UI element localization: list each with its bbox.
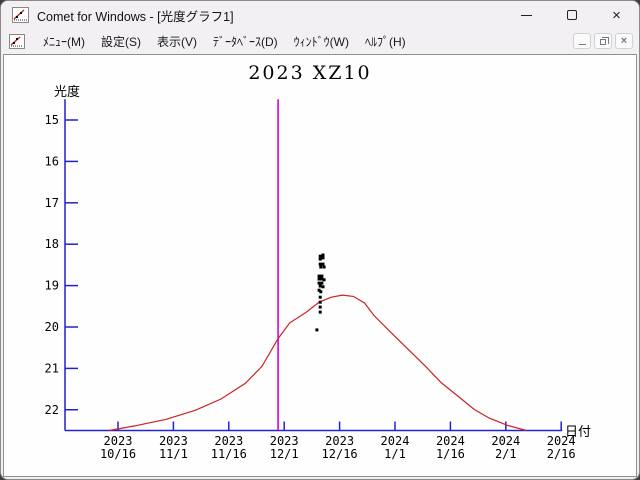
observation-point [318,305,322,309]
mdi-restore-button[interactable] [594,33,612,49]
x-tick-label-date: 1/16 [436,447,465,461]
x-tick-label-year: 2023 [104,434,133,448]
predicted-light-curve [108,294,527,432]
window-title: Comet for Windows - [光度グラフ1] [37,9,234,24]
observation-point [321,262,325,266]
x-tick-label-date: 10/16 [100,447,136,461]
mdi-minimize-button[interactable] [573,33,591,49]
mdi-close-icon: × [620,34,628,47]
x-tick-label-date: 12/1 [270,447,299,461]
menu-item-database[interactable]: ﾃﾞｰﾀﾍﾞｰｽ(D) [205,30,286,53]
maximize-icon [566,10,577,20]
observation-point [315,328,319,332]
observation-point [322,265,326,269]
observation-point [317,277,321,281]
x-tick-label-year: 2023 [159,434,188,448]
observation-point [317,274,321,278]
x-tick-label-year: 2023 [325,434,354,448]
maximize-button[interactable] [549,1,594,29]
x-tick-label-date: 11/16 [211,447,247,461]
observation-point [321,253,325,257]
window-controls: × [504,1,639,29]
y-tick-label: 19 [45,279,59,293]
y-tick-label: 17 [45,196,59,210]
observation-point [318,262,322,266]
light-curve-chart: 2023 XZ10光度日付1516171819202122202310/1620… [45,62,591,461]
observation-point [319,290,323,294]
y-tick-label: 15 [45,113,59,127]
observation-point [317,281,321,285]
observation-point [322,278,326,282]
y-axis-title: 光度 [54,84,80,99]
observation-point [318,295,322,299]
y-tick-label: 22 [45,403,59,417]
x-tick-label-year: 2024 [547,434,576,448]
x-tick-label-date: 12/16 [322,447,358,461]
titlebar: Comet for Windows - [光度グラフ1] × [1,1,639,29]
observation-point [321,285,325,289]
minimize-icon [521,14,532,16]
x-tick-label-year: 2024 [436,434,465,448]
observation-point [318,300,322,304]
menu-item-window[interactable]: ｳｨﾝﾄﾞｳ(W) [286,30,357,53]
menu-item-settings[interactable]: 設定(S) [93,30,149,53]
menubar: ﾒﾆｭｰ(M) 設定(S) 表示(V) ﾃﾞｰﾀﾍﾞｰｽ(D) ｳｨﾝﾄﾞｳ(W… [1,29,639,53]
x-tick-label-date: 11/1 [159,447,188,461]
observation-point [318,284,322,288]
y-tick-label: 18 [45,237,59,251]
menu-item-help[interactable]: ﾍﾙﾌﾟ(H) [357,30,414,53]
x-tick-label-date: 1/1 [384,447,406,461]
mdi-close-button[interactable]: × [615,33,633,49]
x-tick-label-year: 2023 [214,434,243,448]
mdi-minimize-icon [578,44,586,45]
observation-point [318,254,322,258]
mdi-window-controls: × [573,33,633,49]
close-button[interactable]: × [594,1,639,29]
menu-item-menu[interactable]: ﾒﾆｭｰ(M) [35,30,93,53]
chart-client-area: 2023 XZ10 光度 日付 15 16 17 18 19 20 21 22 2023 10/16 20… [3,54,637,477]
x-tick-label-year: 2024 [491,434,520,448]
document-chart-icon [9,33,25,49]
observation-point [318,257,322,261]
observation-point [319,265,323,269]
observation-point [320,281,324,285]
observation-point [318,310,322,314]
mdi-restore-icon [600,37,609,45]
minimize-button[interactable] [504,1,549,29]
menu-item-view[interactable]: 表示(V) [149,30,205,53]
chart-title: 2023 XZ10 [248,62,371,84]
y-tick-label: 20 [45,320,59,334]
app-window: Comet for Windows - [光度グラフ1] × ﾒﾆｭｰ(M) 設… [0,0,640,480]
x-tick-label-date: 2/1 [495,447,517,461]
observation-point [320,274,324,278]
x-tick-label-year: 2024 [381,434,410,448]
y-tick-label: 16 [45,154,59,168]
close-icon: × [612,6,621,24]
observation-point [321,256,325,260]
x-tick-label-date: 2/16 [547,447,576,461]
app-icon [12,7,29,23]
y-tick-label: 21 [45,361,59,375]
x-tick-label-year: 2023 [270,434,299,448]
